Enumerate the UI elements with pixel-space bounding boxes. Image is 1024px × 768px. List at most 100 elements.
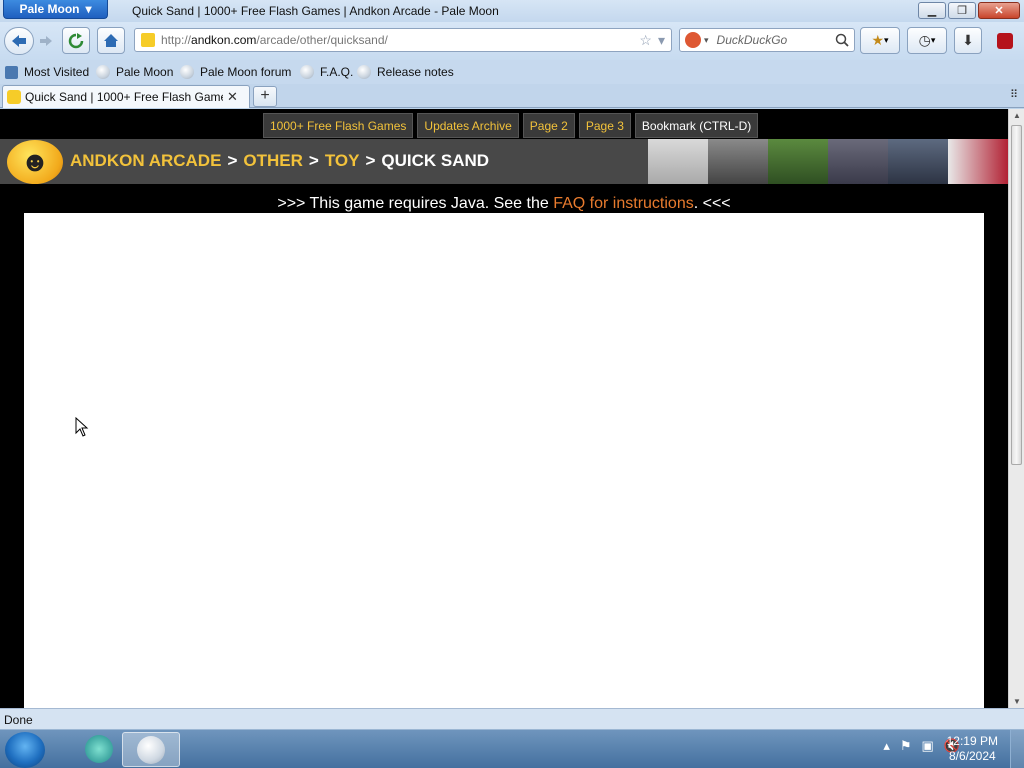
url-bar[interactable]: http://andkon.com/arcade/other/quicksand…	[134, 28, 672, 52]
bookmark-release-notes[interactable]: Release notes	[357, 65, 454, 79]
taskbar-app-icon[interactable]	[70, 732, 128, 767]
scrollbar-thumb[interactable]	[1011, 125, 1022, 465]
forward-button[interactable]	[32, 27, 60, 54]
search-icon[interactable]	[835, 33, 849, 47]
faq-link[interactable]: FAQ for instructions	[553, 195, 694, 212]
action-center-flag-icon[interactable]: ⚑	[900, 738, 912, 754]
bookmark-star-icon[interactable]: ☆	[639, 32, 652, 49]
close-window-button[interactable]: ✕	[978, 2, 1020, 19]
game-thumbnail[interactable]	[948, 139, 1008, 184]
url-dropdown-icon[interactable]: ▾	[658, 32, 665, 49]
duckduckgo-icon	[685, 32, 701, 48]
bookmark-faq[interactable]: F.A.Q.	[300, 65, 353, 79]
bookmark-pale-moon-forum[interactable]: Pale Moon forum	[180, 65, 291, 79]
tab-title: Quick Sand | 1000+ Free Flash Games |	[25, 90, 223, 104]
tab-bar: Quick Sand | 1000+ Free Flash Games | ✕ …	[0, 84, 1024, 108]
scroll-down-arrow-icon[interactable]: ▼	[1013, 697, 1021, 706]
chevron-down-icon: ▾	[930, 35, 936, 45]
breadcrumb-toy[interactable]: TOY	[325, 151, 360, 171]
url-text: http://andkon.com/arcade/other/quicksand…	[161, 33, 388, 47]
nav-bookmark[interactable]: Bookmark (CTRL-D)	[634, 113, 759, 138]
downloads-button[interactable]: ⬇	[954, 27, 982, 54]
show-desktop-button[interactable]	[1010, 730, 1024, 768]
status-text: Done	[4, 713, 33, 727]
clock-icon: ◷	[918, 32, 931, 48]
windows-taskbar: ▴ ⚑ ▣ 🔇 12:19 PM 8/6/2024	[0, 729, 1024, 768]
ublock-button[interactable]	[992, 27, 1018, 54]
nav-page-3[interactable]: Page 3	[578, 113, 631, 138]
chevron-down-icon: ▾	[85, 2, 92, 16]
home-icon	[104, 34, 118, 47]
breadcrumb-other[interactable]: OTHER	[243, 151, 303, 171]
tab-favicon-icon	[7, 90, 21, 104]
pale-moon-icon	[137, 736, 165, 764]
breadcrumb-current: QUICK SAND	[381, 151, 490, 170]
scroll-up-arrow-icon[interactable]: ▲	[1013, 111, 1021, 120]
history-button[interactable]: ◷ ▾	[907, 27, 947, 54]
tab-list-icon[interactable]: ⠿	[1010, 88, 1018, 101]
game-frame[interactable]	[24, 213, 984, 708]
java-notice-suffix: . <<<	[693, 195, 731, 212]
game-thumbnail[interactable]	[648, 139, 708, 184]
app-menu-button[interactable]: Pale Moon ▾	[3, 0, 108, 19]
chevron-down-icon[interactable]: ▾	[704, 35, 709, 46]
java-notice: >>> This game requires Java. See the FAQ…	[0, 195, 1008, 213]
game-thumbnail[interactable]	[708, 139, 768, 184]
breadcrumb-separator: >	[308, 151, 319, 170]
home-button[interactable]	[97, 27, 125, 54]
back-arrow-icon	[12, 35, 26, 47]
tab-quick-sand[interactable]: Quick Sand | 1000+ Free Flash Games | ✕	[2, 85, 250, 108]
app-icon	[85, 735, 113, 763]
search-box[interactable]: ▾ DuckDuckGo	[679, 28, 855, 52]
chevron-down-icon: ▾	[884, 35, 889, 45]
nav-free-flash-games[interactable]: 1000+ Free Flash Games	[263, 113, 414, 138]
game-thumbnail[interactable]	[888, 139, 948, 184]
bookmark-label: F.A.Q.	[320, 65, 354, 79]
game-thumbnails	[648, 139, 1008, 184]
reload-icon	[68, 32, 84, 48]
system-clock[interactable]: 12:19 PM 8/6/2024	[947, 734, 998, 764]
game-thumbnail[interactable]	[828, 139, 888, 184]
download-arrow-icon: ⬇	[962, 32, 974, 48]
bookmark-label: Most Visited	[24, 65, 90, 79]
start-button[interactable]	[5, 732, 45, 768]
bookmark-star-icon: ★	[871, 32, 885, 48]
url-domain: andkon.com	[191, 33, 257, 47]
new-tab-button[interactable]: +	[253, 86, 277, 107]
globe-icon	[180, 65, 194, 79]
reload-button[interactable]	[62, 27, 90, 54]
game-thumbnail[interactable]	[768, 139, 828, 184]
bookmark-label: Pale Moon forum	[200, 65, 292, 79]
url-prefix: http://	[161, 33, 192, 47]
window-title: Quick Sand | 1000+ Free Flash Games | An…	[132, 4, 499, 18]
network-icon[interactable]: ▣	[922, 738, 934, 754]
bookmark-label: Release notes	[377, 65, 454, 79]
ublock-shield-icon	[997, 32, 1013, 49]
bookmark-pale-moon[interactable]: Pale Moon	[96, 65, 173, 79]
breadcrumb-home[interactable]: ANDKON ARCADE	[70, 151, 221, 171]
site-favicon-icon	[141, 33, 155, 47]
most-visited-icon	[5, 65, 18, 79]
site-header: ☻ ANDKON ARCADE > OTHER > TOY > QUICK SA…	[0, 139, 1008, 184]
bookmarks-toolbar: Most Visited Pale Moon Pale Moon forum F…	[0, 60, 1024, 84]
breadcrumb: ANDKON ARCADE > OTHER > TOY > QUICK SAND	[70, 151, 489, 171]
bookmarks-menu-button[interactable]: ★ ▾	[860, 27, 900, 54]
maximize-button[interactable]: ❐	[948, 2, 976, 19]
bookmark-label: Pale Moon	[116, 65, 174, 79]
forward-arrow-icon	[40, 35, 52, 46]
show-hidden-icons-icon[interactable]: ▴	[883, 738, 890, 754]
title-bar: Pale Moon ▾ Quick Sand | 1000+ Free Flas…	[0, 0, 1024, 22]
page-scrollbar[interactable]: ▲ ▼	[1008, 109, 1024, 708]
nav-updates-archive[interactable]: Updates Archive	[417, 113, 519, 138]
close-tab-icon[interactable]: ✕	[227, 89, 238, 105]
taskbar-pale-moon[interactable]	[122, 732, 180, 767]
bookmark-most-visited[interactable]: Most Visited	[5, 65, 89, 79]
site-top-nav: 1000+ Free Flash Games Updates Archive P…	[263, 113, 759, 138]
minimize-button[interactable]: ▁	[918, 2, 946, 19]
status-bar: Done	[0, 708, 1024, 729]
globe-icon	[96, 65, 110, 79]
back-button[interactable]	[4, 27, 34, 55]
smiley-logo-icon[interactable]: ☻	[7, 140, 63, 184]
page-content: 1000+ Free Flash Games Updates Archive P…	[0, 109, 1008, 708]
nav-page-2[interactable]: Page 2	[522, 113, 575, 138]
